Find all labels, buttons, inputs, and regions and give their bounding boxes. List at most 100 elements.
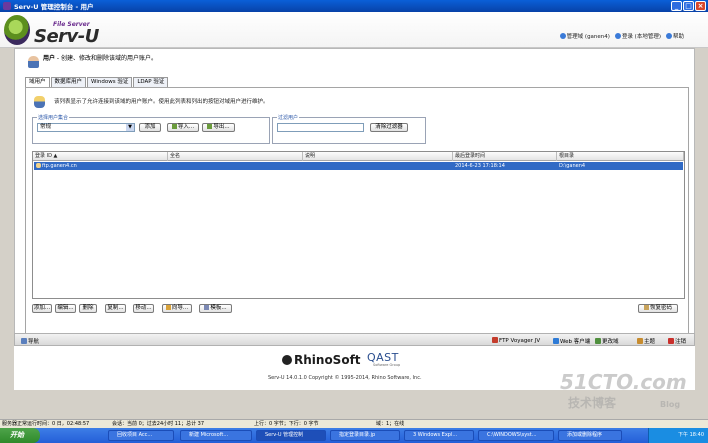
window-controls: _ □ × [671, 1, 706, 11]
web-client-label: Web 客户端 [560, 339, 591, 345]
change-domain-icon [595, 338, 601, 344]
page-title: 用户 - 创建、修改和删除该域的用户账户。 [43, 53, 157, 62]
tab-panel: 该列表显示了允许连接到该域的用户账户。使用此列表和列出的按钮对域用户进行维护。 … [25, 87, 689, 340]
template-icon [204, 305, 210, 310]
theme-link[interactable]: 主题 [637, 337, 655, 345]
taskbar: 开始 回收项目 Acc... 新建 Microsoft... Serv-U 管理… [0, 428, 708, 443]
template-label: 模板... [210, 305, 227, 311]
taskbar-item[interactable]: 3 Windows Expl... [404, 430, 474, 441]
rhinosoft-text: RhinoSoft [294, 353, 361, 367]
watermark-blog: Blog [660, 400, 681, 409]
close-button[interactable]: × [695, 1, 706, 11]
taskbar-item[interactable]: Serv-U 管理控制 [256, 430, 326, 441]
taskbar-item[interactable]: 新建 Microsoft... [180, 430, 252, 441]
filter-users-legend: 过滤用户 [277, 114, 300, 121]
taskbar-item[interactable]: C:\WINDOWS\syst... [478, 430, 554, 441]
top-links: 管理域 (ganen4) 登录 (本地管理) 帮助 [559, 32, 684, 40]
serv-u-logo-icon [4, 15, 30, 45]
export-button[interactable]: 导出... [202, 123, 235, 132]
recover-password-label: 恢复密码 [649, 305, 672, 311]
nav-toggle[interactable]: 导航 [21, 337, 39, 345]
ftp-voyager-label: FTP Voyager JV [499, 338, 541, 344]
add-collection-button[interactable]: 添加 [139, 123, 161, 132]
tab-database-users[interactable]: 数据库用户 [50, 77, 87, 87]
system-tray: 下午 18:40 [648, 428, 708, 443]
user-collection-value: 常规 [40, 124, 52, 130]
column-login-id[interactable]: 登录 ID ▲ [33, 152, 168, 161]
page-title-text: 用户 [43, 55, 56, 62]
users-icon [28, 56, 39, 68]
start-button[interactable]: 开始 [0, 428, 40, 443]
logout-link[interactable]: 注销 [668, 337, 686, 345]
login-link[interactable]: 登录 (本地管理) [614, 32, 661, 40]
rhinosoft-logo: RhinoSoft [282, 353, 361, 367]
web-client-icon [553, 338, 559, 344]
table-header: 登录 ID ▲ 全名 说明 最后登录时间 根目录 [33, 152, 684, 161]
column-root-dir[interactable]: 根目录 [557, 152, 684, 161]
column-login-id-label: 登录 ID [35, 153, 52, 159]
key-icon [643, 305, 649, 310]
domain-icon [559, 33, 566, 39]
column-description[interactable]: 说明 [303, 152, 453, 161]
taskbar-item[interactable]: 指定登录目录.jp [330, 430, 400, 441]
maximize-button[interactable]: □ [683, 1, 694, 11]
qast-logo: QAST Software Group [367, 351, 401, 367]
wizard-button[interactable]: 向导... [162, 304, 192, 313]
filter-input[interactable] [277, 123, 364, 132]
web-client-link[interactable]: Web 客户端 [553, 337, 590, 345]
login-id-text: ftp.ganen4.cn [42, 163, 77, 169]
export-icon [207, 124, 213, 129]
chevron-down-icon[interactable]: ▼ [126, 124, 134, 131]
change-domain-link[interactable]: 更改域 [595, 337, 619, 345]
copy-user-button[interactable]: 复制... [105, 304, 126, 313]
clear-filter-button[interactable]: 清除过滤器 [370, 123, 408, 132]
cell-login-id: ftp.ganen4.cn [34, 162, 168, 170]
app-header: File Server Serv-U 管理域 (ganen4) 登录 (本地管理… [0, 12, 708, 48]
change-domain-label: 更改域 [602, 339, 619, 345]
cell-full-name [168, 162, 303, 170]
minimize-button[interactable]: _ [671, 1, 682, 11]
import-label: 导入... [177, 124, 195, 130]
move-user-button[interactable]: 移动... [133, 304, 154, 313]
user-collection-group: 选择用户集合 常规 ▼ 添加 导入... 导出... [32, 114, 270, 144]
users-panel: 用户 - 创建、修改和删除该域的用户账户。 域用户 数据库用户 Windows … [14, 48, 695, 346]
help-link[interactable]: 帮助 [665, 32, 684, 40]
cell-root-dir: D:\ganen4 [559, 163, 586, 169]
tab-ldap-auth[interactable]: LDAP 验证 [133, 77, 169, 87]
user-collection-select[interactable]: 常规 ▼ [37, 123, 135, 132]
wizard-icon [165, 305, 171, 310]
users-table: 登录 ID ▲ 全名 说明 最后登录时间 根目录 ftp.ganen4.cn 2… [32, 151, 685, 299]
user-icon [36, 163, 41, 168]
copyright-text: Serv-U 14.0.1.0 Copyright © 1995-2014, R… [268, 375, 422, 381]
manage-domain-label: 管理域 (ganen4) [566, 34, 610, 40]
add-user-button[interactable]: 添加... [32, 304, 52, 313]
table-row[interactable]: ftp.ganen4.cn 2014-6-23 17:18:14 D:\gane… [34, 162, 683, 170]
window-title: Serv-U 管理控制台 - 用户 [14, 3, 94, 11]
recover-password-button[interactable]: 恢复密码 [638, 304, 678, 313]
tab-windows-auth[interactable]: Windows 验证 [87, 77, 133, 87]
template-button[interactable]: 模板... [199, 304, 232, 313]
taskbar-item[interactable]: 回收项目 Acc... [108, 430, 174, 441]
status-bar: 服务器正常运行时间：0 日，02:48:57 会话：当前 0；过去24小时 11… [0, 419, 708, 428]
taskbar-item[interactable]: 添加或删除程序 [558, 430, 622, 441]
page-description: - 创建、修改和删除该域的用户账户。 [55, 55, 157, 62]
cell-description [303, 162, 453, 170]
edit-user-button[interactable]: 编辑... [55, 304, 76, 313]
logo-serv-u: Serv-U [34, 26, 99, 47]
import-button[interactable]: 导入... [167, 123, 199, 132]
clock: 下午 18:40 [678, 432, 704, 438]
ftp-voyager-link[interactable]: FTP Voyager JV [492, 337, 540, 344]
column-last-login[interactable]: 最后登录时间 [453, 152, 557, 161]
bottom-nav-bar: 导航 FTP Voyager JV Web 客户端 更改域 主题 注销 [14, 333, 695, 346]
logout-icon [668, 338, 674, 344]
domains-status: 域：1；在线 [376, 421, 405, 427]
login-icon [614, 33, 621, 39]
column-full-name[interactable]: 全名 [168, 152, 303, 161]
qast-subtitle: Software Group [373, 363, 401, 367]
cell-last-login: 2014-6-23 17:18:14 [455, 163, 505, 169]
filter-users-group: 过滤用户 清除过滤器 [272, 114, 426, 144]
delete-user-button[interactable]: 删除 [79, 304, 97, 313]
info-user-icon [34, 96, 45, 108]
app-icon [3, 2, 11, 10]
manage-domain-link[interactable]: 管理域 (ganen4) [559, 32, 610, 40]
